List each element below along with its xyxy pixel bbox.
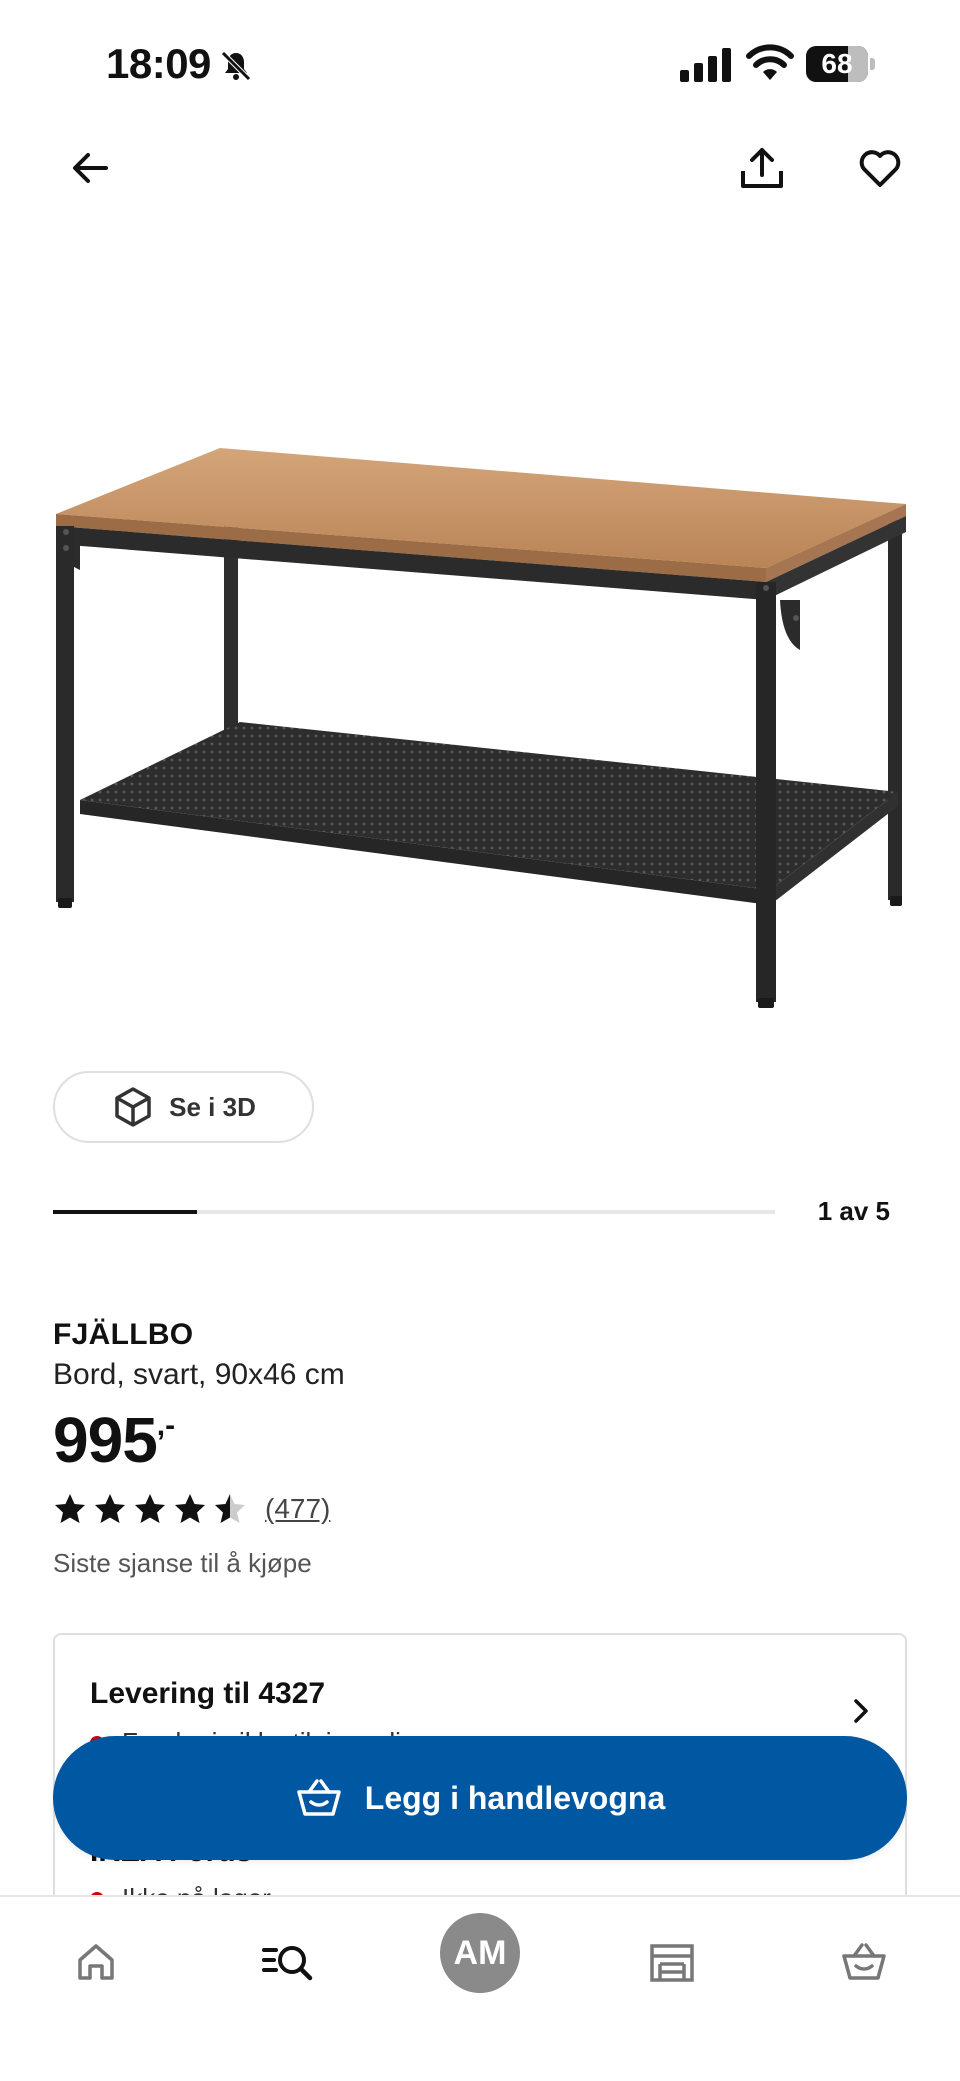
product-image[interactable] <box>40 420 920 1020</box>
nav-cart[interactable] <box>824 1927 904 1997</box>
status-bar: 18:09 68 <box>0 0 960 130</box>
battery-level: 68 <box>821 48 853 79</box>
star-icon <box>55 1494 85 1523</box>
back-arrow-icon <box>73 153 108 183</box>
nav-home[interactable] <box>56 1927 136 1997</box>
review-count-link[interactable]: (477) <box>265 1493 330 1525</box>
star-icon <box>95 1494 125 1523</box>
price-value: 995 <box>53 1404 158 1476</box>
bell-muted-icon <box>221 51 251 81</box>
add-to-cart-button[interactable]: Legg i handlevogna <box>53 1736 907 1860</box>
nav-search[interactable] <box>248 1927 328 1997</box>
bottom-navigation: AM <box>0 1895 960 2081</box>
battery-icon: 68 <box>806 46 868 82</box>
search-menu-icon <box>262 1946 313 1981</box>
share-button[interactable] <box>730 136 794 200</box>
view-3d-label: Se i 3D <box>169 1091 256 1122</box>
gallery-counter: 1 av 5 <box>817 1196 890 1226</box>
heart-icon <box>859 150 901 187</box>
nav-profile-avatar[interactable]: AM <box>440 1913 520 1993</box>
status-time: 18:09 <box>106 40 211 87</box>
product-description: Bord, svart, 90x46 cm <box>53 1358 345 1391</box>
back-button[interactable] <box>58 136 122 200</box>
add-to-cart-label: Legg i handlevogna <box>364 1779 666 1816</box>
rating-stars <box>53 1492 247 1526</box>
chevron-right-icon[interactable] <box>847 1697 875 1725</box>
home-icon <box>78 1944 114 1980</box>
gallery-progress-bar <box>53 1210 775 1214</box>
battery-indicator: 68 <box>806 46 876 82</box>
availability-note: Siste sjanse til å kjøpe <box>53 1548 312 1578</box>
star-icon <box>215 1494 245 1523</box>
product-price: 995 ,- <box>53 1404 175 1476</box>
cube-3d-icon <box>115 1087 151 1127</box>
view-3d-button[interactable]: Se i 3D <box>53 1071 314 1143</box>
cell-signal-icon <box>680 48 731 82</box>
nav-stores[interactable] <box>632 1927 712 1997</box>
star-icon <box>135 1494 165 1523</box>
star-icon <box>175 1494 205 1523</box>
product-name: FJÄLLBO <box>53 1318 194 1351</box>
wifi-icon <box>746 44 794 80</box>
delivery-title: Levering til 4327 <box>90 1677 326 1710</box>
product-rating[interactable]: (477) <box>53 1492 330 1526</box>
shopping-basket-icon <box>842 1943 886 1980</box>
share-icon <box>741 148 783 188</box>
store-icon <box>650 1944 694 1982</box>
favorite-button[interactable] <box>848 136 912 200</box>
gallery-progress-fill <box>53 1210 198 1214</box>
shopping-basket-icon <box>297 1779 341 1816</box>
price-suffix: ,- <box>156 1409 176 1442</box>
